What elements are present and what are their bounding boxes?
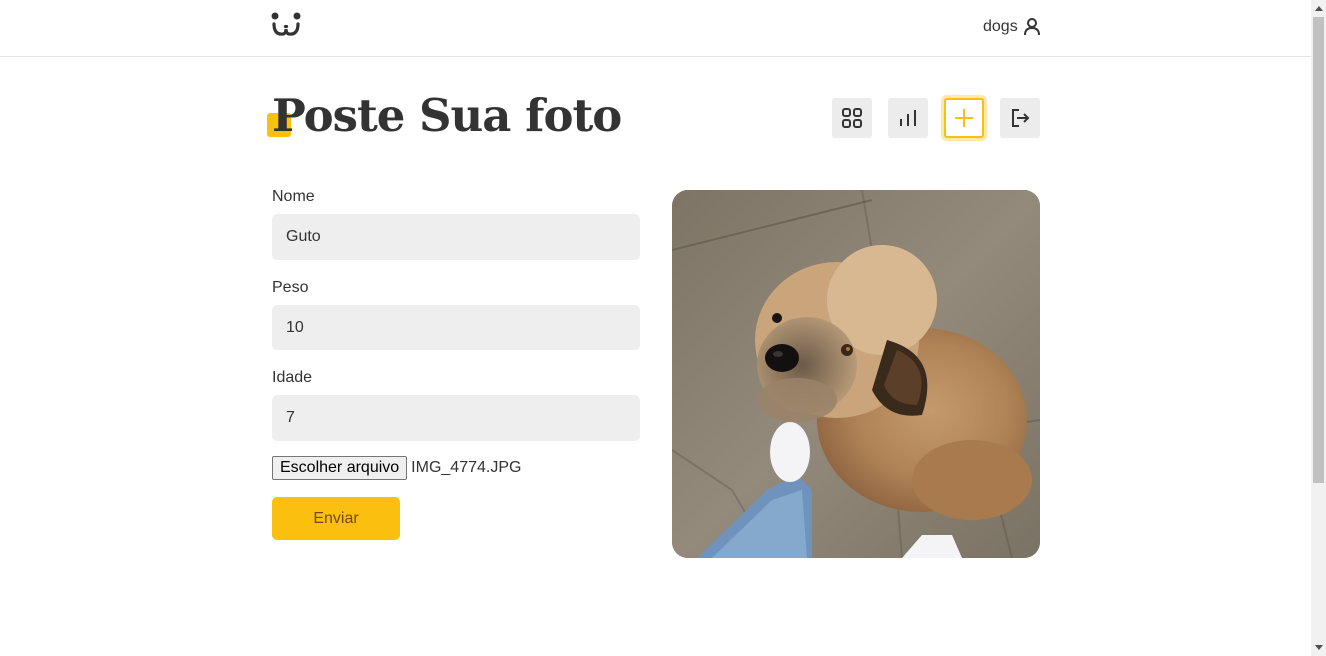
- header: dogs: [0, 0, 1311, 57]
- user-account-link[interactable]: dogs: [983, 16, 1040, 38]
- plus-icon: [955, 109, 973, 127]
- grid-icon: [842, 108, 862, 128]
- page-title: Poste Sua foto: [272, 89, 622, 142]
- bar-chart-icon: [900, 110, 916, 126]
- nome-field-group: Nome: [272, 186, 640, 260]
- post-photo-form: Nome Peso Idade Escolher arquivo IMG_477…: [272, 186, 640, 540]
- peso-field-group: Peso: [272, 277, 640, 350]
- page-title-wrapper: Poste Sua foto: [267, 88, 622, 148]
- nav-my-photos-button[interactable]: [832, 98, 872, 138]
- username-label: dogs: [983, 18, 1018, 35]
- nome-input[interactable]: [272, 214, 640, 260]
- scroll-thumb[interactable]: [1313, 17, 1324, 483]
- file-input: Escolher arquivo IMG_4774.JPG: [272, 456, 640, 480]
- idade-field-group: Idade: [272, 367, 640, 441]
- selected-file-name: IMG_4774.JPG: [411, 459, 522, 476]
- peso-input[interactable]: [272, 305, 640, 350]
- user-icon: [1023, 18, 1040, 36]
- submit-button[interactable]: Enviar: [272, 497, 400, 540]
- peso-label: Peso: [272, 279, 309, 296]
- page-scrollbar[interactable]: [1311, 0, 1326, 656]
- scroll-up-arrow-icon[interactable]: [1311, 0, 1326, 17]
- logout-icon: [1012, 109, 1030, 127]
- photo-preview: [672, 190, 1040, 558]
- idade-input[interactable]: [272, 395, 640, 441]
- dog-logo-icon[interactable]: [271, 12, 301, 38]
- nav-stats-button[interactable]: [888, 98, 928, 138]
- dog-photo-image: [672, 190, 1040, 558]
- account-nav: [832, 98, 1040, 138]
- nav-post-photo-button[interactable]: [944, 98, 984, 138]
- nome-label: Nome: [272, 188, 315, 205]
- scroll-down-arrow-icon[interactable]: [1311, 639, 1326, 656]
- nav-logout-button[interactable]: [1000, 98, 1040, 138]
- idade-label: Idade: [272, 369, 313, 386]
- choose-file-button[interactable]: Escolher arquivo: [272, 456, 408, 480]
